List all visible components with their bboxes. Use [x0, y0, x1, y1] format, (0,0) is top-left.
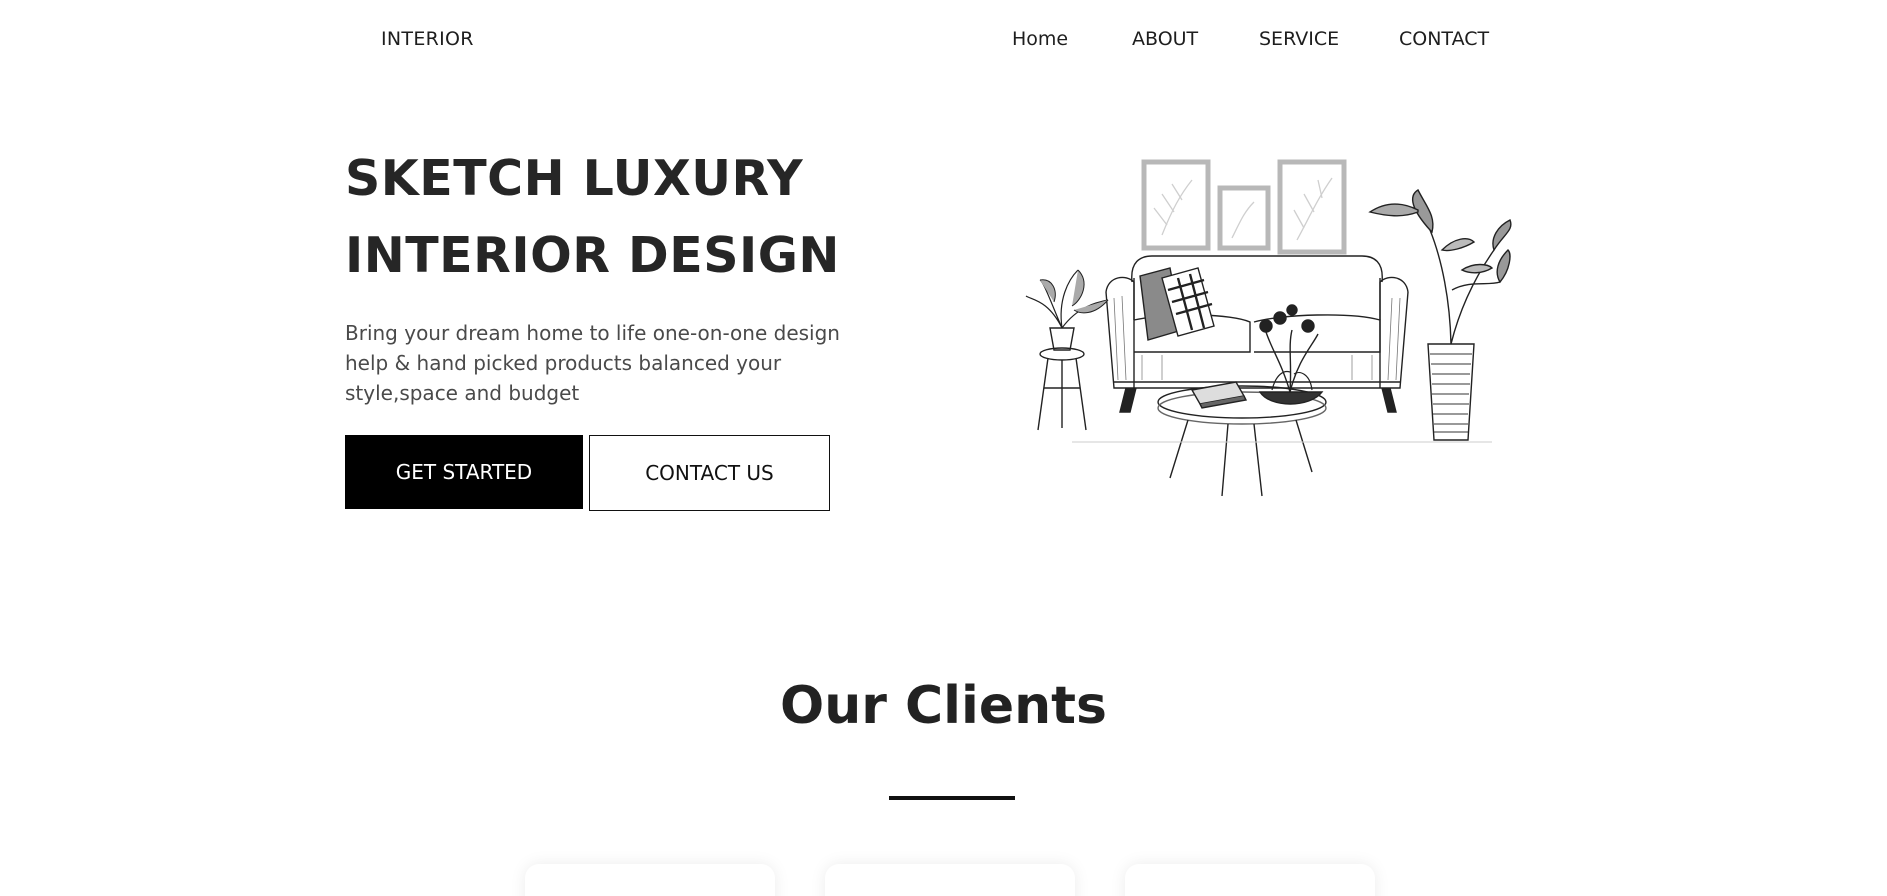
hero-title: SKETCH LUXURY INTERIOR DESIGN	[345, 140, 905, 294]
get-started-button[interactable]: GET STARTED	[345, 435, 583, 509]
nav-contact-link[interactable]: CONTACT	[1399, 28, 1489, 50]
page: INTERIOR Home ABOUT SERVICE CONTACT SKET…	[0, 0, 1887, 896]
hero-title-line-2: INTERIOR DESIGN	[345, 227, 840, 284]
client-card	[825, 864, 1075, 896]
nav-about-link[interactable]: ABOUT	[1132, 28, 1198, 50]
contact-us-button[interactable]: CONTACT US	[589, 435, 830, 511]
nav-home-link[interactable]: Home	[1012, 28, 1068, 50]
site-logo[interactable]: INTERIOR	[381, 28, 474, 50]
side-stool	[1025, 269, 1109, 431]
client-card	[525, 864, 775, 896]
living-room-illustration	[1025, 159, 1512, 497]
cushions	[1139, 267, 1215, 341]
nav-service-link[interactable]: SERVICE	[1259, 28, 1339, 50]
section-underline	[889, 796, 1015, 800]
hero-title-line-1: SKETCH LUXURY	[345, 150, 804, 207]
client-card	[1125, 864, 1375, 896]
hero-description: Bring your dream home to life one-on-one…	[345, 321, 840, 405]
section-title-our-clients: Our Clients	[780, 676, 1107, 736]
